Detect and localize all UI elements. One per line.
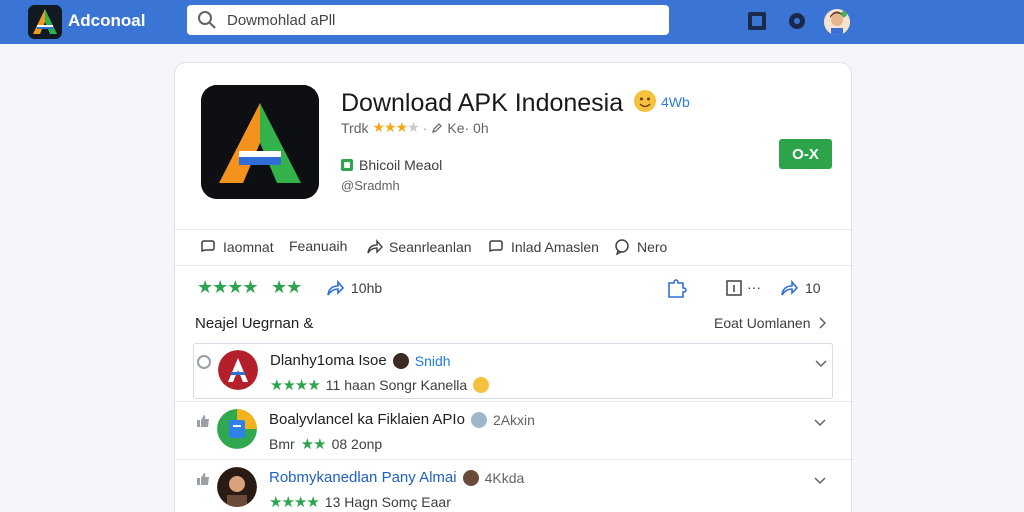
share-arrow-icon — [327, 279, 345, 296]
smiley-icon — [473, 377, 490, 393]
radio-icon[interactable] — [196, 354, 212, 370]
action-item[interactable]: Nero — [613, 238, 667, 256]
settings-gear-icon[interactable] — [786, 10, 808, 32]
see-all-link[interactable]: Eoat Uomlanen — [714, 315, 827, 331]
app-category: Trdk — [341, 119, 369, 136]
share-arrow-icon — [781, 279, 799, 296]
user-avatar[interactable] — [824, 9, 850, 35]
green-star-rating: ★★ — [271, 277, 302, 297]
item-avatar — [217, 409, 257, 449]
action-item[interactable]: Iaomnat — [199, 238, 274, 256]
app-detail-card: Download APK Indonesia 4Wb Trdk ★★★★ · K… — [174, 62, 853, 512]
action-item[interactable]: Feanuaih — [289, 238, 347, 254]
rating-row: ★★★★ ★★ 10hb ··· 10 — [175, 277, 853, 307]
puzzle-icon[interactable] — [665, 277, 687, 299]
window-icon[interactable] — [746, 10, 768, 32]
share-arrow-icon — [367, 239, 383, 254]
item-subtitle: ★★★★ 13 Hagn Somç Eaar — [269, 494, 451, 511]
item-subtitle: Bmr ★★ 08 2onp — [269, 436, 383, 453]
chat-icon — [201, 240, 215, 253]
developer-line[interactable]: Bhicoil Meaol — [341, 157, 442, 173]
divider — [175, 401, 853, 402]
chevron-down-icon[interactable] — [814, 356, 828, 370]
thumbs-up-icon[interactable] — [195, 413, 211, 429]
more-dots[interactable]: ··· — [747, 279, 761, 295]
app-logo-icon[interactable] — [28, 5, 62, 39]
install-button[interactable]: O-X — [779, 139, 832, 169]
person-icon — [392, 352, 409, 369]
list-item[interactable]: Dlanhy1oma Isoe Snidh ★★★★ 11 haan Songr… — [193, 343, 833, 399]
share-count-right[interactable]: 10 — [779, 278, 821, 298]
info-box-icon[interactable] — [723, 277, 745, 299]
item-avatar — [218, 350, 258, 390]
divider — [175, 459, 853, 460]
developer-handle: @Sradmh — [341, 178, 400, 193]
section-title: Neajel Uegrnan & — [195, 315, 314, 332]
chevron-down-icon[interactable] — [813, 415, 827, 429]
app-size-label: 4Wb — [661, 94, 690, 110]
app-icon — [201, 85, 319, 199]
search-icon — [198, 11, 216, 29]
item-title: Dlanhy1oma Isoe Snidh — [270, 352, 451, 369]
comment-icon — [615, 239, 629, 256]
green-star-rating: ★★★★ — [197, 277, 259, 297]
app-star-rating: ★★★★ — [372, 119, 419, 135]
thumbs-up-icon[interactable] — [195, 471, 211, 487]
chevron-down-icon[interactable] — [813, 473, 827, 487]
chat-icon — [489, 240, 503, 253]
person-icon — [462, 469, 479, 486]
list-item[interactable]: Boalyvlancel ka Fiklaien APIo 2Akxin Bmr… — [193, 403, 833, 459]
app-name: Adconoal — [68, 11, 146, 30]
search-bar[interactable]: Dowmohlad aPll — [187, 5, 669, 35]
action-item[interactable]: Inlad Amaslen — [487, 238, 599, 256]
globe-icon — [470, 411, 487, 428]
action-item[interactable]: Seanrleanlan — [365, 238, 472, 256]
app-subtitle: Trdk ★★★★ · Ke· 0h — [341, 119, 489, 136]
item-title: Boalyvlancel ka Fiklaien APIo 2Akxin — [269, 411, 535, 428]
top-bar: Adconoal Dowmohlad aPll — [0, 0, 1024, 44]
item-subtitle: ★★★★ 11 haan Songr Kanella — [270, 376, 490, 394]
app-stats: Ke· 0h — [447, 119, 489, 136]
share-count[interactable]: 10hb — [325, 278, 382, 298]
developer-name[interactable]: Bhicoil Meaol — [359, 157, 442, 173]
item-avatar — [217, 467, 257, 507]
edit-pencil-icon — [432, 122, 443, 133]
divider — [175, 229, 853, 230]
app-title: Download APK Indonesia — [341, 89, 624, 117]
search-input[interactable]: Dowmohlad aPll — [227, 12, 335, 29]
smiley-icon — [634, 90, 656, 112]
chevron-right-icon — [818, 317, 826, 329]
divider — [175, 265, 853, 266]
list-item[interactable]: Robmykanedlan Pany Almai 4Kkda ★★★★ 13 H… — [193, 461, 833, 512]
developer-badge-icon — [341, 159, 353, 171]
item-title: Robmykanedlan Pany Almai 4Kkda — [269, 469, 525, 486]
